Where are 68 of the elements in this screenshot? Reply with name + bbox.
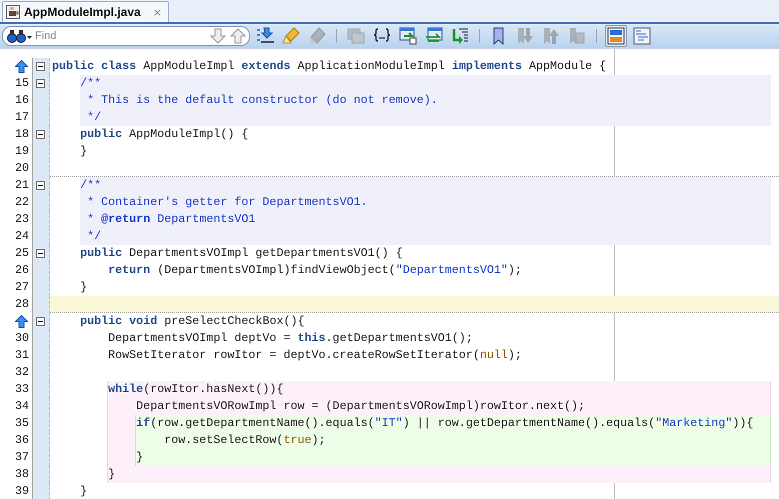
line-number: 37 [14, 449, 29, 466]
line-number: 17 [14, 109, 29, 126]
code-line: /** [80, 76, 102, 90]
line-number: 26 [14, 262, 29, 279]
code-line: * Container's getter for DepartmentsVO1. [87, 195, 368, 209]
code-line: return (DepartmentsVOImpl)findViewObject("DepartmentsVO1"); [108, 263, 522, 277]
window-arrows-icon[interactable] [425, 27, 443, 45]
line-number: 15 [14, 75, 29, 92]
collapse-icon[interactable] [36, 130, 44, 139]
line-number: 31 [14, 347, 29, 364]
line-number: 35 [14, 415, 29, 432]
code-line: */ [87, 229, 102, 243]
list-arrow-icon[interactable] [256, 27, 274, 45]
code-line: if(row.getDepartmentName().equals("IT") || row.getDepartmentName().equals("Marketing")){ [136, 416, 754, 430]
code-line: public DepartmentsVOImpl getDepartmentsVO1() { [80, 246, 403, 260]
find-bar[interactable]: Find [2, 26, 250, 46]
line-number: 16 [14, 92, 29, 109]
code-line: public class AppModuleImpl extends ApplicationModuleImpl implements AppModule { [52, 59, 606, 73]
java-file-icon [6, 5, 20, 19]
code-line: } [80, 484, 88, 498]
collapse-icon[interactable] [36, 249, 44, 258]
line-number: 21 [14, 177, 29, 194]
line-number: 32 [14, 364, 29, 381]
code-line: * @return DepartmentsVO1 [87, 212, 256, 226]
code-line: } [80, 144, 88, 158]
line-number: 33 [14, 381, 29, 398]
code-line: /** [80, 178, 102, 192]
code-line: row.setSelectRow(true); [164, 433, 326, 447]
line-number: 30 [14, 330, 29, 347]
line-number: 19 [14, 143, 29, 160]
line-number: 28 [14, 296, 29, 313]
highlighter-icon[interactable] [282, 27, 300, 45]
code-line: DepartmentsVOImpl deptVo = this.getDepartmentsVO1(); [108, 331, 473, 345]
code-line: DepartmentsVORowImpl row = (DepartmentsVORowImpl)rowItor.next(); [136, 399, 586, 413]
panels-icon[interactable] [607, 27, 625, 45]
code-line: * This is the default constructor (do not remove). [87, 93, 438, 107]
line-number: 39 [14, 483, 29, 499]
code-line: public void preSelectCheckBox(){ [80, 314, 305, 328]
code-line: } [80, 280, 88, 294]
line-number: 23 [14, 211, 29, 228]
line-number: 27 [14, 279, 29, 296]
code-line: */ [87, 110, 102, 124]
line-number: 24 [14, 228, 29, 245]
binoculars-icon[interactable] [7, 29, 33, 43]
up-arrow-icon[interactable] [15, 60, 28, 73]
collapse-icon[interactable] [36, 79, 44, 88]
line-number: 34 [14, 398, 29, 415]
line-number: 36 [14, 432, 29, 449]
up-arrow-icon[interactable] [15, 315, 28, 328]
code-line: } [136, 450, 144, 464]
search-field[interactable]: Find [35, 29, 207, 43]
window-arrow-icon[interactable] [399, 27, 417, 45]
file-tab[interactable]: AppModuleImpl.java × [2, 1, 169, 22]
collapse-icon[interactable] [36, 181, 44, 190]
code-line: } [108, 467, 116, 481]
line-number: 38 [14, 466, 29, 483]
line-number: 22 [14, 194, 29, 211]
collapse-icon[interactable] [36, 62, 44, 71]
indent-lines-icon[interactable] [451, 27, 469, 45]
line-number: 20 [14, 160, 29, 177]
down-arrow-icon[interactable] [209, 28, 227, 44]
collapse-icon[interactable] [36, 317, 44, 326]
text-window-icon[interactable] [633, 27, 651, 45]
code-line: while(rowItor.hasNext()){ [108, 382, 284, 396]
code-line: public AppModuleImpl() { [80, 127, 248, 141]
line-number: 18 [14, 126, 29, 143]
code-line: RowSetIterator rowItor = deptVo.createRowSetIterator(null); [108, 348, 522, 362]
line-number: 25 [14, 245, 29, 262]
